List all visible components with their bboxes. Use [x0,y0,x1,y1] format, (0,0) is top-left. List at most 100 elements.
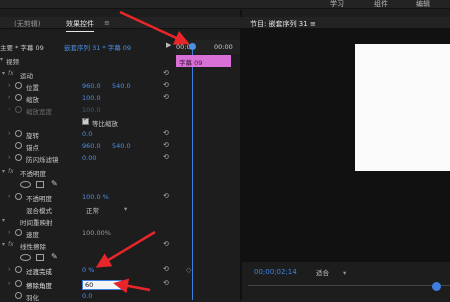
reset-icon[interactable]: ⟲ [163,81,169,89]
chevron-right-icon[interactable]: › [8,266,10,273]
reset-icon[interactable]: ⟲ [163,129,169,137]
reset-icon[interactable]: ⟲ [163,279,169,287]
position-x-value[interactable]: 960.0 [82,82,101,90]
blend-mode-select[interactable]: 正常 [86,205,99,215]
mini-timeline-ruler[interactable]: 00:00 00:00 [176,40,240,54]
clip-bar[interactable]: 字幕 09 [176,55,231,67]
fx-icon[interactable]: fx [8,241,14,248]
tab-effect-controls[interactable]: 效果控件 [66,19,94,32]
chevron-down-icon[interactable]: ▾ [2,241,5,248]
rectangle-mask-icon[interactable] [36,254,44,261]
program-playhead-handle[interactable] [432,282,441,291]
feather-value[interactable]: 0.0 [82,292,92,300]
linear-wipe-label: 线性擦除 [20,243,46,251]
linear-wipe-row[interactable]: ▾ fx 线性擦除 ⟲ [0,240,176,251]
stopwatch-icon[interactable] [15,154,22,161]
anchor-row: 锚点 960.0 540.0 ⟲ [0,141,176,152]
reset-icon[interactable]: ⟲ [163,141,169,149]
wipe-mask-tools-row: ✎ [0,252,176,263]
scale-row: › 缩放 100.0 ⟲ [0,93,176,104]
chevron-right-icon[interactable]: › [8,154,10,161]
chevron-down-icon[interactable]: ▾ [2,168,5,175]
anti-flicker-value[interactable]: 0.00 [82,154,96,162]
feather-label: 羽化 [26,294,39,302]
sequence-clip-label[interactable]: 嵌套序列 31 * 字幕 09 [64,42,131,52]
stopwatch-icon [15,106,22,113]
chevron-right-icon[interactable]: › [8,94,10,101]
position-row: › 位置 960.0 540.0 ⟲ [0,81,176,92]
opacity-effect-row[interactable]: ▾ fx 不透明度 [0,167,176,178]
chevron-down-icon[interactable]: ▾ [2,217,5,224]
tab-no-clip[interactable]: (无剪辑) [14,19,40,29]
menu-icon[interactable]: ≡ [104,19,110,27]
time-remap-label: 时间重映射 [20,219,53,227]
scale-width-row: › 缩放宽度 100.0 [0,105,176,116]
video-section-label: 视频 [6,58,19,66]
zoom-fit-select[interactable]: 适合 ▾ [316,267,346,277]
opacity-group-label: 不透明度 [20,170,46,178]
chevron-right-icon[interactable]: › [8,130,10,137]
keyframe-icon[interactable]: ◇ [186,266,191,274]
chevron-down-icon: ▾ [343,269,347,277]
motion-effect-row[interactable]: ▾ fx 运动 ⟲ [0,69,176,80]
chevron-down-icon[interactable]: ▾ [124,205,127,213]
stopwatch-icon[interactable] [15,266,22,273]
ellipse-mask-icon[interactable] [20,254,31,261]
anchor-x-value[interactable]: 960.0 [82,142,101,150]
fx-icon[interactable]: fx [8,168,14,175]
stopwatch-icon[interactable] [15,142,22,149]
stopwatch-icon[interactable] [15,130,22,137]
reset-icon[interactable]: ⟲ [163,153,169,161]
reset-icon[interactable]: ⟲ [163,240,169,248]
stopwatch-icon[interactable] [15,292,22,299]
chevron-right-icon[interactable]: › [8,229,10,236]
program-monitor-title[interactable]: 节目: 嵌套序列 31 ≡ [250,19,316,32]
chevron-down-icon[interactable]: ▾ [0,56,3,63]
time-remap-row[interactable]: ▾ 时间重映射 [0,216,176,227]
anchor-y-value[interactable]: 540.0 [112,142,131,150]
reset-icon[interactable]: ⟲ [163,192,169,200]
scale-label: 缩放 [26,96,39,104]
stopwatch-icon[interactable] [15,82,22,89]
workspace-tab-edit[interactable]: 编辑 [416,0,430,9]
speed-value[interactable]: 100.00% [82,229,111,237]
reset-icon[interactable]: ⟲ [163,69,169,77]
pen-mask-icon[interactable]: ✎ [51,252,58,261]
opacity-row: › 不透明度 100.0 % ⟲ [0,192,176,203]
position-y-value[interactable]: 540.0 [112,82,131,90]
video-section-header[interactable]: ▾ 视频 [0,55,176,66]
scale-value[interactable]: 100.0 [82,94,101,102]
program-time-ruler[interactable] [248,285,450,291]
playhead-handle[interactable] [189,43,196,50]
stopwatch-icon[interactable] [15,193,22,200]
stopwatch-icon[interactable] [15,94,22,101]
rotation-value[interactable]: 0.0 [82,130,92,138]
blend-mode-label: 混合模式 [26,207,52,215]
opacity-value[interactable]: 100.0 % [82,193,109,201]
fx-icon[interactable]: fx [8,70,14,77]
speed-row: › 速度 100.00% [0,228,176,239]
workspace-tab-assembly[interactable]: 组件 [374,0,388,9]
play-icon[interactable]: ▶ [166,41,171,49]
pen-mask-icon[interactable]: ✎ [51,179,58,188]
rotation-row: › 旋转 0.0 ⟲ [0,129,176,140]
workspace-tab-learn[interactable]: 学习 [330,0,344,9]
chevron-right-icon[interactable]: › [8,280,10,287]
chevron-right-icon[interactable]: › [8,82,10,89]
wipe-angle-input[interactable]: 60 [82,280,122,290]
program-timecode[interactable]: 00;00;02;14 [254,268,297,276]
master-clip-label[interactable]: 主要 * 字幕 09 [0,42,44,52]
stopwatch-icon[interactable] [15,229,22,236]
ellipse-mask-icon[interactable] [20,181,31,188]
mask-tools-row: ✎ [0,179,176,191]
chevron-down-icon[interactable]: ▾ [2,70,5,77]
transition-completion-value[interactable]: 0 % [82,266,94,274]
rectangle-mask-icon[interactable] [36,181,44,188]
stopwatch-icon[interactable] [15,280,22,287]
reset-icon[interactable]: ⟲ [163,265,169,273]
uniform-scale-checkbox[interactable] [82,116,89,125]
blend-mode-row: 混合模式 正常 ▾ [0,204,176,215]
chevron-right-icon[interactable]: › [8,193,10,200]
clip-path-row: 主要 * 字幕 09 嵌套序列 31 * 字幕 09 ▶ [0,41,176,52]
reset-icon[interactable]: ⟲ [163,93,169,101]
